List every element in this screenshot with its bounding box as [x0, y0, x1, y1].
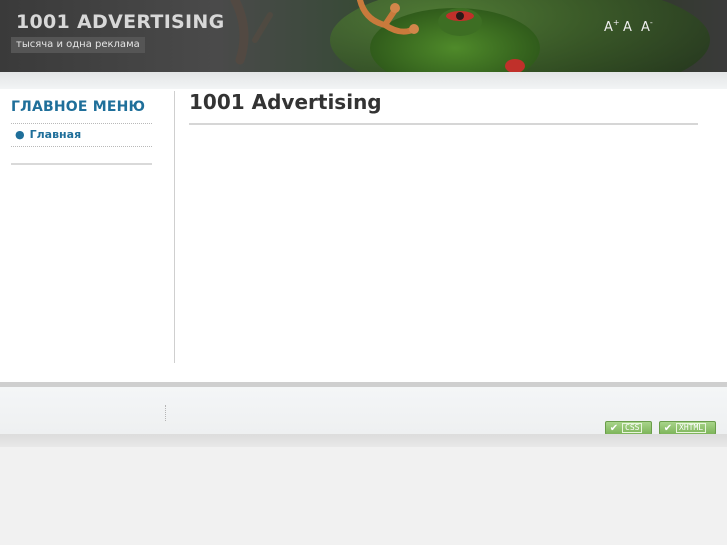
menu-divider	[11, 123, 152, 124]
footer: ✔ CSS ✔ XHTML	[0, 387, 727, 435]
title-underline	[189, 123, 698, 125]
header-band	[0, 72, 727, 89]
site-title[interactable]: 1001 ADVERTISING	[16, 11, 225, 33]
bullet-icon: ●	[15, 128, 25, 141]
footer-bottom-band	[0, 434, 727, 447]
font-decrease-button[interactable]: A-	[641, 16, 653, 35]
badge-label: XHTML	[676, 423, 707, 433]
badge-label: CSS	[622, 423, 643, 433]
font-increase-button[interactable]: A+	[604, 16, 620, 35]
check-icon: ✔	[663, 422, 673, 434]
menu-item-home[interactable]: ● Главная	[15, 128, 81, 141]
main-menu-title: ГЛАВНОЕ МЕНЮ	[11, 99, 146, 115]
valid-css-badge[interactable]: ✔ CSS	[605, 421, 652, 435]
check-icon: ✔	[609, 422, 619, 434]
footer-divider	[165, 405, 166, 421]
page-title: 1001 Advertising	[189, 90, 382, 114]
content-area: ГЛАВНОЕ МЕНЮ ● Главная 1001 Advertising	[0, 89, 727, 382]
column-divider	[174, 91, 175, 363]
valid-xhtml-badge[interactable]: ✔ XHTML	[659, 421, 716, 435]
menu-item-label: Главная	[29, 128, 82, 141]
menu-divider	[11, 146, 152, 147]
site-slogan: тысяча и одна реклама	[11, 37, 145, 53]
menu-end-divider	[11, 163, 152, 165]
site-header: 1001 ADVERTISING тысяча и одна реклама A…	[0, 0, 727, 72]
font-reset-button[interactable]: A	[623, 16, 632, 35]
